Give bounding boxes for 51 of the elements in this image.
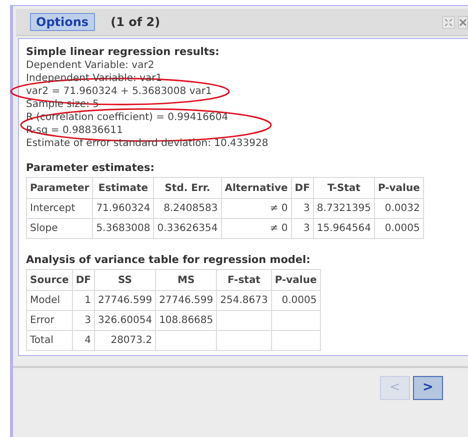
table-cell: Total — [26, 330, 72, 350]
resize-icon[interactable] — [442, 16, 455, 28]
result-line: var2 = 71.960324 + 5.3683008 var1 — [26, 85, 212, 98]
table-cell: 28073.2 — [94, 330, 156, 350]
table-cell: 0.0005 — [374, 218, 424, 238]
table-cell: 326.60054 — [94, 310, 156, 330]
column-header: Estimate — [92, 178, 154, 198]
section-title: Analysis of variance table for regression model: — [26, 254, 312, 267]
table-cell: Intercept — [26, 198, 93, 218]
page-indicator: (1 of 2) — [110, 14, 160, 31]
table-cell: ≠ 0 — [221, 198, 292, 218]
table-cell: 254.8673 — [216, 290, 272, 310]
result-line: Estimate of error standard deviation: 10.433928 — [26, 137, 268, 150]
table-cell: 27746.599 — [156, 290, 217, 310]
table-cell: 4 — [72, 330, 94, 350]
column-header: SS — [94, 270, 156, 290]
table-cell: 3 — [72, 310, 94, 330]
column-header: F-stat — [216, 270, 272, 290]
column-header: Std. Err. — [154, 178, 222, 198]
results-title: Simple linear regression results: — [26, 45, 220, 59]
column-header: MS — [156, 270, 217, 290]
table-cell: 5.3683008 — [92, 218, 154, 238]
column-header: DF — [291, 178, 314, 198]
section-title: Parameter estimates: — [26, 162, 156, 175]
table-cell: 3 — [291, 218, 314, 238]
table-cell: 0.0032 — [374, 198, 424, 218]
table-cell: 0.0005 — [271, 290, 320, 310]
options-button[interactable]: Options — [30, 13, 95, 31]
column-header: P-value — [374, 178, 424, 198]
pager-button[interactable]: > — [413, 376, 443, 400]
table-cell: 8.7321395 — [313, 198, 374, 218]
result-line: Dependent Variable: var2 — [26, 59, 154, 72]
column-header: Parameter — [26, 178, 93, 198]
close-icon[interactable] — [458, 16, 468, 28]
column-header: DF — [72, 270, 94, 290]
table-cell: ≠ 0 — [221, 218, 292, 238]
column-header: Alternative — [221, 178, 292, 198]
table-cell: 15.964564 — [313, 218, 374, 238]
table-cell: 3 — [291, 198, 314, 218]
table-cell: Slope — [26, 218, 93, 238]
column-header: P-value — [271, 270, 320, 290]
table-cell: 1 — [72, 290, 94, 310]
table-cell: 27746.599 — [94, 290, 156, 310]
column-header: T-Stat — [313, 178, 374, 198]
table-cell: Model — [26, 290, 72, 310]
table-cell: 108.86685 — [156, 310, 217, 330]
table-cell: 8.2408583 — [154, 198, 222, 218]
table-cell: 71.960324 — [92, 198, 154, 218]
column-header: Source — [26, 270, 72, 290]
table-cell: Error — [26, 310, 72, 330]
table-cell: 0.33626354 — [154, 218, 222, 238]
